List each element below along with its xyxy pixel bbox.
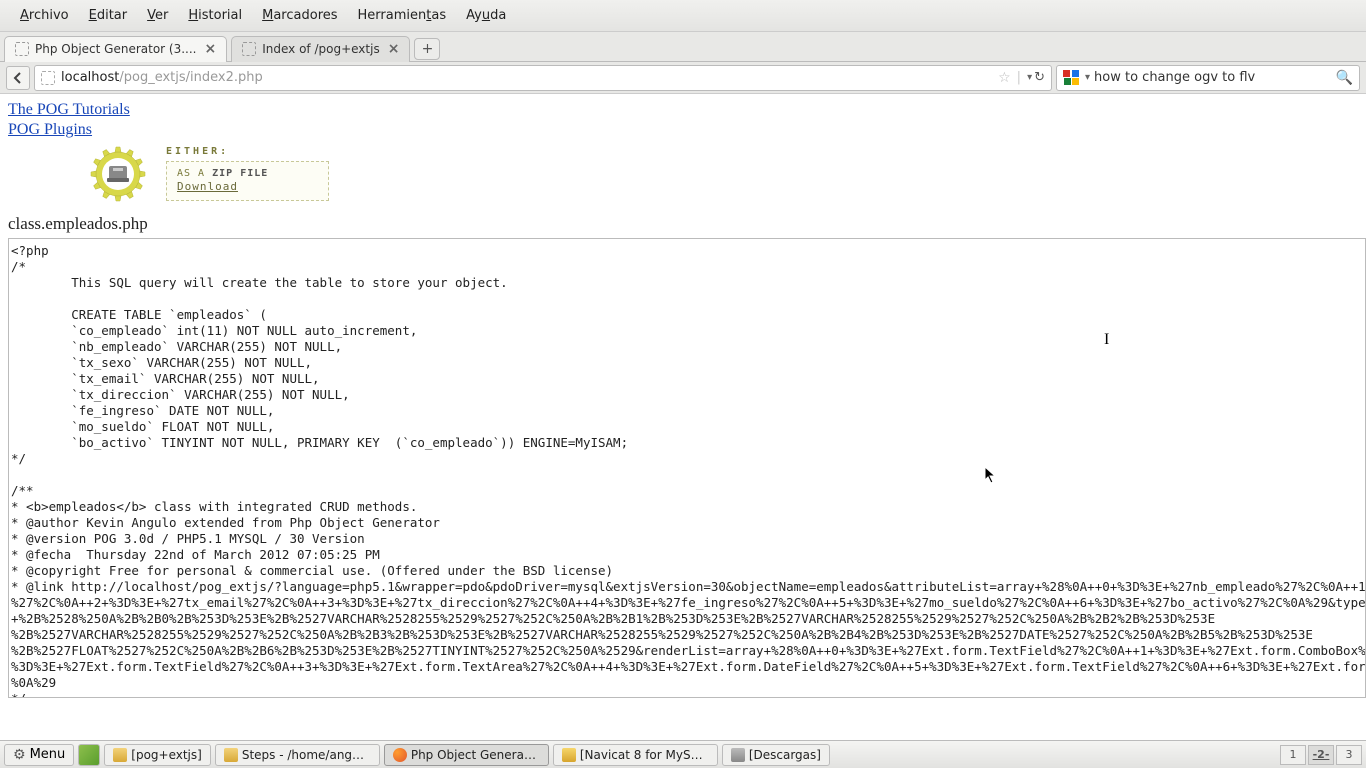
bookmark-star-icon[interactable]: ☆ (998, 70, 1011, 86)
tab-strip: Php Object Generator (3.... × Index of /… (0, 32, 1366, 62)
either-label: EITHER: (166, 146, 329, 157)
task-label: Steps - /home/angul... (242, 748, 371, 762)
page-icon (242, 42, 256, 56)
link-tutorials[interactable]: The POG Tutorials (8, 100, 1358, 120)
taskbar-item-1[interactable]: Steps - /home/angul... (215, 744, 380, 766)
db-icon (562, 748, 576, 762)
search-text: how to change ogv to flv (1094, 70, 1336, 85)
workspace-2[interactable]: -2- (1308, 745, 1334, 765)
gear-icon (90, 146, 146, 202)
task-label: [Navicat 8 for MySQL] (580, 748, 709, 762)
taskbar-item-2[interactable]: Php Object Generato... (384, 744, 549, 766)
search-icon[interactable]: 🔍 (1336, 70, 1353, 86)
download-box: AS A ZIP FILE Download (166, 161, 329, 201)
dropdown-icon[interactable]: ▾ (1027, 72, 1032, 83)
menu-historial[interactable]: Historial (178, 4, 252, 27)
gear-icon: ⚙ (13, 747, 26, 763)
url-input[interactable]: localhost/pog_extjs/index2.php ☆ | ▾ ↻ (34, 65, 1052, 91)
tab-1[interactable]: Index of /pog+extjs × (231, 36, 410, 62)
menu-ver[interactable]: Ver (137, 4, 178, 27)
top-links: The POG Tutorials POG Plugins (0, 94, 1366, 144)
dl-icon (731, 748, 745, 762)
menu-archivo[interactable]: Archivo (10, 4, 79, 27)
reload-icon[interactable]: ↻ (1034, 70, 1045, 85)
dropdown-icon[interactable]: ▾ (1085, 72, 1090, 83)
search-input[interactable]: ▾ how to change ogv to flv 🔍 (1056, 65, 1360, 91)
url-domain: localhost (61, 70, 119, 85)
workspace-1[interactable]: 1 (1280, 745, 1306, 765)
show-desktop-button[interactable] (78, 744, 100, 766)
start-menu-button[interactable]: ⚙ Menu (4, 744, 74, 766)
page-icon (15, 42, 29, 56)
close-icon[interactable]: × (205, 41, 217, 57)
download-section: EITHER: AS A ZIP FILE Download (90, 146, 1366, 202)
filename-heading: class.empleados.php (0, 208, 1366, 238)
page-icon (41, 71, 55, 85)
workspace-3[interactable]: 3 (1336, 745, 1362, 765)
url-path: /pog_extjs/index2.php (119, 70, 262, 85)
menu-editar[interactable]: Editar (79, 4, 138, 27)
link-plugins[interactable]: POG Plugins (8, 120, 1358, 140)
menu-herramientas[interactable]: Herramientas (348, 4, 457, 27)
task-label: [Descargas] (749, 748, 821, 762)
tab-0[interactable]: Php Object Generator (3.... × (4, 36, 227, 62)
zip-line: AS A ZIP FILE (177, 168, 268, 179)
code-textarea[interactable]: <?php /* This SQL query will create the … (8, 238, 1366, 698)
menu-label: Menu (30, 747, 66, 762)
close-icon[interactable]: × (388, 41, 400, 57)
toolbar: localhost/pog_extjs/index2.php ☆ | ▾ ↻ ▾… (0, 62, 1366, 94)
taskbar-item-3[interactable]: [Navicat 8 for MySQL] (553, 744, 718, 766)
tab-label: Index of /pog+extjs (262, 42, 379, 56)
download-link[interactable]: Download (177, 180, 238, 193)
folder-icon (224, 748, 238, 762)
new-tab-button[interactable]: + (414, 38, 440, 60)
folder-icon (113, 748, 127, 762)
menu-marcadores[interactable]: Marcadores (252, 4, 347, 27)
back-button[interactable] (6, 66, 30, 90)
taskbar-item-4[interactable]: [Descargas] (722, 744, 830, 766)
page-content: The POG Tutorials POG Plugins E (0, 94, 1366, 740)
google-icon (1063, 70, 1079, 86)
taskbar: ⚙ Menu [pog+extjs] Steps - /home/angul...… (0, 740, 1366, 768)
tab-label: Php Object Generator (3.... (35, 42, 197, 56)
arrow-left-icon (12, 72, 24, 84)
task-label: Php Object Generato... (411, 748, 540, 762)
taskbar-item-0[interactable]: [pog+extjs] (104, 744, 211, 766)
task-label: [pog+extjs] (131, 748, 202, 762)
ff-icon (393, 748, 407, 762)
menubar: Archivo Editar Ver Historial Marcadores … (0, 0, 1366, 32)
menu-ayuda[interactable]: Ayuda (456, 4, 516, 27)
